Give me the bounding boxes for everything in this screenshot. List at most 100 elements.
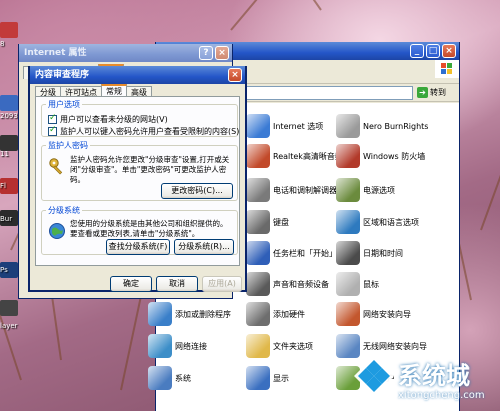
minimize-button[interactable]: _ — [410, 44, 424, 58]
key-icon — [48, 157, 66, 175]
internet-options-titlebar[interactable]: Internet 属性 ? × — [19, 44, 232, 62]
apply-button[interactable]: 应用(A) — [202, 276, 242, 292]
checkbox-checked-icon — [48, 125, 57, 136]
add-remove-programs-icon — [148, 302, 172, 326]
control-panel-item-label: 声音和音频设备 — [273, 279, 329, 289]
desktop-icon-label: Fl — [0, 182, 6, 190]
go-arrow-icon: ➔ — [417, 87, 428, 98]
control-panel-item-label: Windows 防火墙 — [363, 151, 426, 161]
phone-modem-icon — [246, 178, 270, 202]
desktop-icon-label: Ps — [0, 266, 8, 274]
allow-unrated-checkbox[interactable]: 用户可以查看未分级的网站(V) — [48, 113, 168, 125]
control-panel-item[interactable]: Internet 选项 — [246, 111, 323, 141]
control-panel-item-label: 日期和时间 — [363, 248, 403, 258]
control-panel-item[interactable]: 显示 — [246, 363, 289, 393]
checkbox-checked-icon — [48, 113, 57, 124]
desktop-icon-label: Bur — [0, 215, 13, 223]
change-password-button[interactable]: 更改密码(C)... — [161, 183, 233, 199]
control-panel-item[interactable]: 声音和音频设备 — [246, 269, 329, 299]
go-label: 转到 — [430, 88, 446, 97]
control-panel-item[interactable]: 文件夹选项 — [246, 331, 313, 361]
general-tab-panel: 用户选项 用户可以查看未分级的网站(V) 监护人可以键入密码允许用户查看受限制的… — [35, 96, 240, 266]
control-panel-item[interactable]: Nero BurnRights — [336, 111, 428, 141]
power-options-icon — [336, 178, 360, 202]
folder-options-icon — [246, 334, 270, 358]
control-panel-item-label: Nero BurnRights — [363, 121, 429, 131]
supervisor-password-legend: 监护人密码 — [48, 141, 88, 150]
date-time-icon — [336, 241, 360, 265]
rating-systems-text: 您使用的分级系统是由其他公司和组织提供的。要查看或更改列表,请单击"分级系统"。 — [70, 219, 228, 238]
desktop-icon-3[interactable] — [0, 135, 18, 151]
find-rating-systems-button[interactable]: 查找分级系统(F) — [106, 239, 170, 255]
address-input[interactable] — [246, 86, 413, 100]
rating-systems-button[interactable]: 分级系统(R)... — [174, 239, 234, 255]
windows-logo-icon — [435, 60, 459, 78]
desktop-icon-label: 8 — [0, 40, 5, 48]
nero-icon — [336, 114, 360, 138]
content-advisor-titlebar[interactable]: 内容审查程序 × — [30, 66, 245, 84]
desktop-icon-label: 2093 — [0, 112, 18, 120]
watermark-logo-icon — [354, 356, 394, 396]
control-panel-item-label: 鼠标 — [363, 279, 379, 289]
system-icon — [148, 366, 172, 390]
network-connections-icon — [148, 334, 172, 358]
control-panel-item-label: 显示 — [273, 373, 289, 383]
control-panel-item[interactable]: 网络连接 — [148, 331, 207, 361]
keyboard-icon — [246, 210, 270, 234]
mouse-icon — [336, 272, 360, 296]
close-button[interactable]: × — [215, 46, 229, 60]
close-button[interactable]: × — [228, 68, 242, 82]
control-panel-item[interactable]: 区域和语言选项 — [336, 207, 419, 237]
rating-systems-icon — [48, 222, 66, 240]
desktop-icon-label: 11 — [0, 150, 9, 158]
display-icon — [246, 366, 270, 390]
control-panel-item-label: 网络连接 — [175, 341, 207, 351]
supervisor-password-text: 监护人密码允许您更改"分级审查"设置,打开或关闭"分级审查"。单击"更改密码"可… — [70, 155, 230, 184]
supervisor-password-checkbox[interactable]: 监护人可以键入密码允许用户查看受限制的内容(S) — [48, 125, 240, 137]
control-panel-item[interactable]: 鼠标 — [336, 269, 379, 299]
watermark: 系统城 xitongcheng.com — [352, 350, 500, 411]
internet-options-icon — [246, 114, 270, 138]
control-panel-item-label: 文件夹选项 — [273, 341, 313, 351]
help-button[interactable]: ? — [199, 46, 213, 60]
control-panel-item[interactable]: 添加硬件 — [246, 299, 305, 329]
sound-audio-icon — [246, 272, 270, 296]
control-panel-item-label: 添加或删除程序 — [175, 309, 231, 319]
region-language-icon — [336, 210, 360, 234]
rating-systems-legend: 分级系统 — [48, 206, 80, 215]
maximize-button[interactable]: □ — [426, 44, 440, 58]
desktop-icon-7[interactable] — [0, 300, 18, 316]
control-panel-item[interactable]: 添加或删除程序 — [148, 299, 231, 329]
control-panel-item-label: 网络安装向导 — [363, 309, 411, 319]
realtek-audio-icon — [246, 144, 270, 168]
desktop-icon-1[interactable] — [0, 22, 18, 38]
control-panel-item[interactable]: 键盘 — [246, 207, 289, 237]
allow-unrated-label: 用户可以查看未分级的网站(V) — [60, 115, 168, 124]
firewall-icon — [336, 144, 360, 168]
taskbar-start-icon — [246, 241, 270, 265]
control-panel-item-label: 电源选项 — [363, 185, 395, 195]
watermark-url: xitongcheng.com — [398, 390, 485, 401]
supervisor-password-label: 监护人可以键入密码允许用户查看受限制的内容(S) — [60, 127, 240, 136]
content-advisor-window: 内容审查程序 × 分级 许可站点 常规 高级 用户选项 用户可以查看未分级的网站… — [28, 66, 247, 292]
network-setup-icon — [336, 302, 360, 326]
content-advisor-title: 内容审查程序 — [35, 70, 90, 80]
cancel-button[interactable]: 取消 — [156, 276, 198, 292]
watermark-brand: 系统城 — [398, 362, 470, 390]
control-panel-item[interactable]: Windows 防火墙 — [336, 141, 425, 171]
internet-options-title: Internet 属性 — [24, 48, 87, 58]
control-panel-item-label: 区域和语言选项 — [363, 217, 419, 227]
desktop-icon-2[interactable] — [0, 95, 18, 111]
add-hardware-icon — [246, 302, 270, 326]
control-panel-item[interactable]: 电源选项 — [336, 175, 395, 205]
user-options-legend: 用户选项 — [48, 100, 80, 109]
control-panel-item[interactable]: 日期和时间 — [336, 238, 403, 268]
close-button[interactable]: × — [442, 44, 456, 58]
go-button[interactable]: ➔ 转到 — [417, 86, 455, 100]
ok-button[interactable]: 确定 — [110, 276, 152, 292]
control-panel-item-label: Internet 选项 — [273, 121, 324, 131]
desktop-icon-label: layer — [0, 322, 18, 330]
control-panel-item-label: 键盘 — [273, 217, 289, 227]
control-panel-item[interactable]: 网络安装向导 — [336, 299, 411, 329]
control-panel-item[interactable]: 系统 — [148, 363, 191, 393]
